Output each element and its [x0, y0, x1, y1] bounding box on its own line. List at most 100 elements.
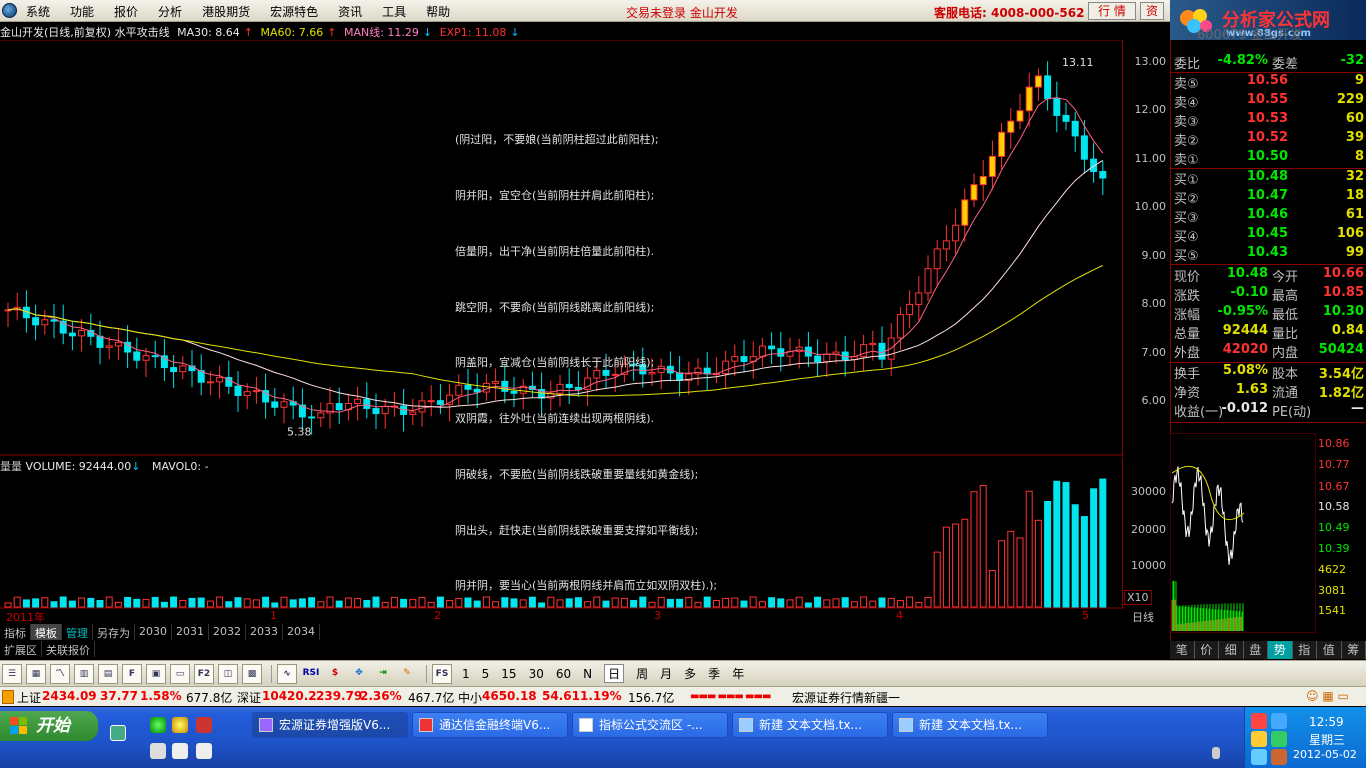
menu-hongyuan[interactable]: 宏源特色: [270, 3, 318, 20]
candle-icon[interactable]: ▥: [74, 663, 94, 684]
rsi-icon[interactable]: RSI: [301, 664, 321, 684]
menu-function[interactable]: 功能: [70, 3, 94, 20]
bid-row[interactable]: 买③ 10.46 61: [1174, 207, 1364, 226]
help-icon[interactable]: [172, 743, 188, 759]
tray-status-icon[interactable]: ☺ ▦ ▭: [1306, 689, 1349, 703]
ie-icon[interactable]: [172, 717, 188, 733]
menu-help[interactable]: 帮助: [426, 3, 450, 20]
menu-news[interactable]: 资讯: [338, 3, 362, 20]
tab-detail[interactable]: 细: [1219, 641, 1244, 659]
period-week[interactable]: 周: [636, 665, 648, 682]
pencil-icon[interactable]: ✎: [397, 664, 417, 684]
menu-quote[interactable]: 报价: [114, 3, 138, 20]
grid-icon[interactable]: ▦: [26, 663, 46, 684]
period-30min[interactable]: 30: [529, 667, 544, 681]
tab-2032[interactable]: 2032: [209, 624, 246, 640]
tab-trend[interactable]: 势: [1268, 641, 1293, 659]
keyboard-icon[interactable]: [150, 743, 166, 759]
quote-list-icon[interactable]: ☰: [2, 663, 22, 684]
document-icon[interactable]: ▭: [170, 663, 190, 684]
tray-icon[interactable]: [1251, 731, 1267, 747]
menu-tools[interactable]: 工具: [382, 3, 406, 20]
market-icon[interactable]: [2, 690, 14, 704]
dollar-icon[interactable]: $: [325, 664, 345, 684]
fs-icon[interactable]: FS: [432, 663, 452, 684]
period-n[interactable]: N: [583, 667, 592, 681]
calendar-icon[interactable]: ▩: [242, 663, 262, 684]
indicator-icon[interactable]: ∿: [277, 663, 297, 684]
window-list-icon[interactable]: [196, 743, 212, 759]
tab-2031[interactable]: 2031: [172, 624, 209, 640]
task-hongyuan[interactable]: 宏源证券增强版V6...: [252, 712, 408, 738]
window-icon[interactable]: ◫: [218, 663, 238, 684]
app-logo-icon[interactable]: [2, 3, 17, 18]
period-month[interactable]: 月: [660, 665, 672, 682]
bid-row[interactable]: 买① 10.48 32: [1174, 169, 1364, 188]
show-desktop-icon[interactable]: [110, 725, 126, 741]
period-60min[interactable]: 60: [556, 667, 571, 681]
tray-icon[interactable]: [1251, 713, 1267, 729]
period-day[interactable]: 日: [604, 664, 625, 683]
f10-icon[interactable]: F: [122, 663, 142, 684]
table-icon[interactable]: ▤: [98, 663, 118, 684]
quote-button[interactable]: 行 情: [1088, 2, 1136, 20]
menu-system[interactable]: 系统: [26, 3, 50, 20]
tray-icon[interactable]: [1271, 713, 1287, 729]
ask-price: 10.52: [1246, 130, 1288, 145]
sz-name: 深证: [237, 691, 262, 705]
tab-manage[interactable]: 管理: [62, 624, 93, 640]
tab-2030[interactable]: 2030: [135, 624, 172, 640]
bid-row[interactable]: 买⑤ 10.43 99: [1174, 245, 1364, 264]
ask-row[interactable]: 卖④ 10.55 229: [1174, 92, 1364, 111]
tab-2033[interactable]: 2033: [246, 624, 283, 640]
login-status[interactable]: 交易未登录 金山开发: [626, 4, 738, 21]
tab-value[interactable]: 值: [1317, 641, 1342, 659]
period-multi[interactable]: 多: [684, 665, 696, 682]
clock-time[interactable]: 12:59: [1309, 715, 1344, 729]
ask-row[interactable]: 卖① 10.50 8: [1174, 149, 1364, 168]
export-icon[interactable]: ⇥: [373, 664, 393, 684]
trade-button[interactable]: 资: [1140, 2, 1164, 20]
tab-indicator[interactable]: 指标: [0, 624, 31, 640]
period-5min[interactable]: 5: [482, 667, 490, 681]
tab-index[interactable]: 指: [1292, 641, 1317, 659]
volume-chart[interactable]: [0, 457, 1122, 609]
news-ticker[interactable]: 宏源证券行情新疆一: [792, 689, 900, 706]
ask-row[interactable]: 卖③ 10.53 60: [1174, 111, 1364, 130]
tab-extension[interactable]: 扩展区: [0, 641, 42, 657]
move-icon[interactable]: ✥: [349, 664, 369, 684]
tab-related-quote[interactable]: 关联报价: [42, 641, 95, 657]
tab-tick[interactable]: 笔: [1170, 641, 1195, 659]
tab-template[interactable]: 模板: [31, 624, 62, 640]
line-chart-icon[interactable]: 〽: [50, 663, 70, 684]
f2-icon[interactable]: F2: [194, 663, 214, 684]
bid-row[interactable]: 买④ 10.45 106: [1174, 226, 1364, 245]
app-quicklaunch-icon[interactable]: [196, 717, 212, 733]
period-15min[interactable]: 15: [501, 667, 516, 681]
period-year[interactable]: 年: [732, 665, 744, 682]
period-1min[interactable]: 1: [462, 667, 470, 681]
task-notepad-2[interactable]: 新建 文本文档.tx...: [892, 712, 1048, 738]
shield-icon[interactable]: [1271, 749, 1287, 765]
tab-save-as[interactable]: 另存为: [93, 624, 135, 640]
intraday-mini-chart[interactable]: [1170, 433, 1316, 633]
ask-row[interactable]: 卖⑤ 10.56 9: [1174, 73, 1364, 92]
task-forum[interactable]: 指标公式交流区 -...: [572, 712, 728, 738]
usb-icon[interactable]: [1212, 747, 1220, 759]
ask-row[interactable]: 卖② 10.52 39: [1174, 130, 1364, 149]
network-icon[interactable]: [1271, 731, 1287, 747]
tab-board[interactable]: 盘: [1243, 641, 1268, 659]
period-quarter[interactable]: 季: [708, 665, 720, 682]
volume-icon[interactable]: [1251, 749, 1267, 765]
start-button[interactable]: 开始: [0, 711, 98, 741]
menu-analysis[interactable]: 分析: [158, 3, 182, 20]
tab-price[interactable]: 价: [1194, 641, 1219, 659]
task-tongdaxin[interactable]: 通达信金融终端V6...: [412, 712, 568, 738]
bid-row[interactable]: 买② 10.47 18: [1174, 188, 1364, 207]
tab-2034[interactable]: 2034: [283, 624, 320, 640]
task-notepad-1[interactable]: 新建 文本文档.tx...: [732, 712, 888, 738]
menu-hk-futures[interactable]: 港股期货: [202, 3, 250, 20]
tab-chips[interactable]: 筹: [1341, 641, 1366, 659]
browser-icon[interactable]: [150, 717, 166, 733]
report-icon[interactable]: ▣: [146, 663, 166, 684]
